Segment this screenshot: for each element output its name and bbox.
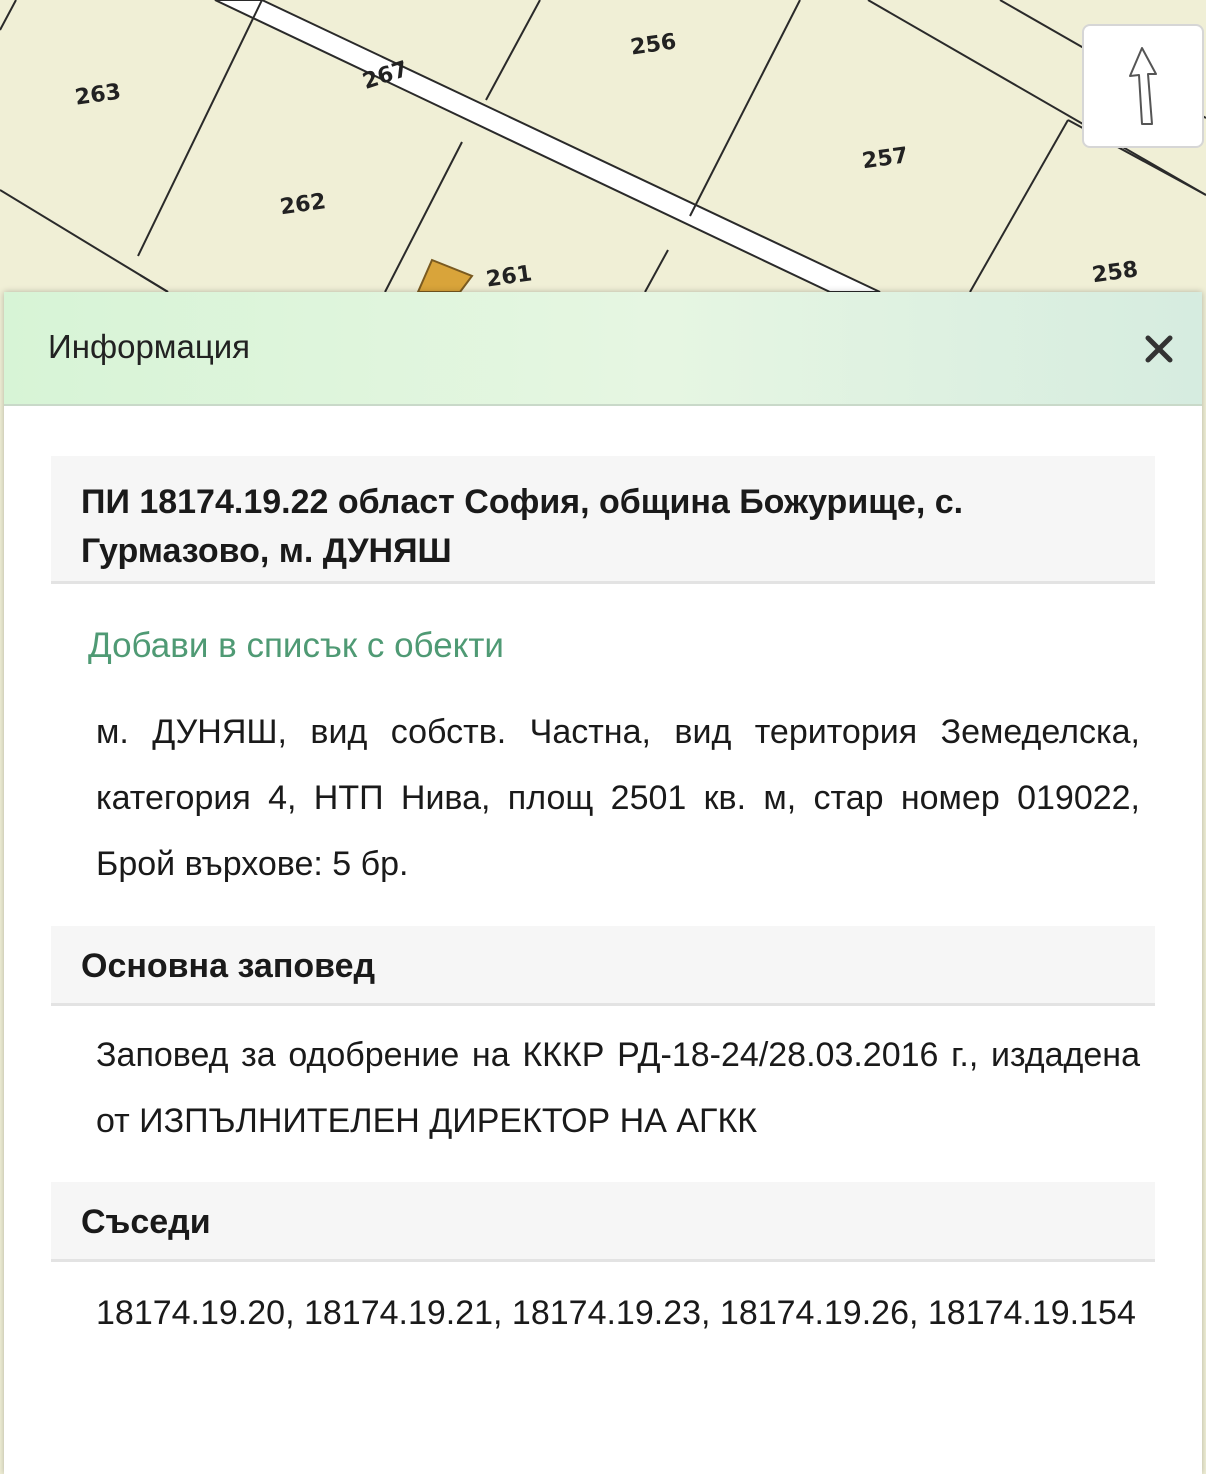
north-arrow-button[interactable] <box>1082 24 1204 148</box>
neighbors-heading: Съседи <box>51 1182 1155 1262</box>
basic-order-heading: Основна заповед <box>51 926 1155 1006</box>
neighbors-list: 18174.19.20, 18174.19.21, 18174.19.23, 1… <box>96 1294 1136 1332</box>
close-icon <box>1145 335 1173 363</box>
panel-header: Информация <box>4 292 1202 406</box>
info-panel: Информация ПИ 18174.19.22 област София, … <box>4 292 1202 1474</box>
basic-order-text: Заповед за одобрение на КККР РД-18-24/28… <box>96 1036 1140 1140</box>
panel-title: Информация <box>48 328 251 365</box>
north-arrow-icon <box>1129 47 1157 125</box>
add-to-list-link[interactable]: Добави в списък с обекти <box>88 626 504 666</box>
close-button[interactable] <box>1132 322 1186 376</box>
parcel-details: м. ДУНЯШ, вид собств. Частна, вид терито… <box>96 713 1140 883</box>
parcel-heading: ПИ 18174.19.22 област София, община Божу… <box>51 456 1155 584</box>
